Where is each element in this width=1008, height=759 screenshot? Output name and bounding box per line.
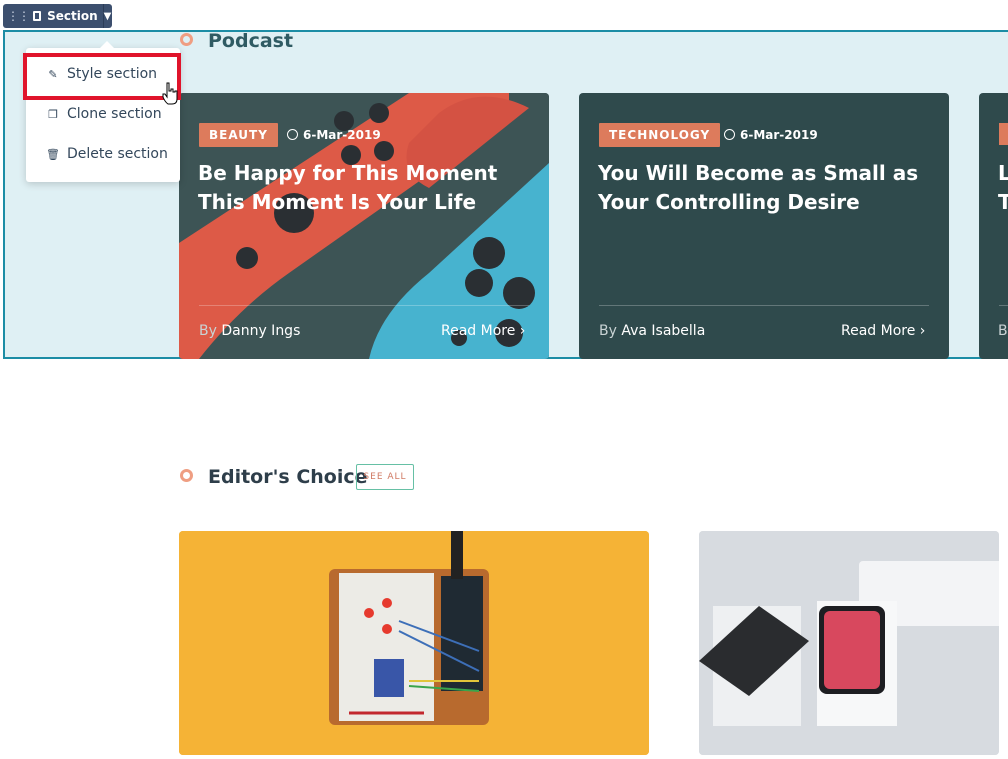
card-2-author[interactable]: By Ava Isabella <box>599 323 705 339</box>
editors-choice-ring-icon <box>180 469 193 482</box>
editors-choice-image-1[interactable] <box>179 531 649 755</box>
read-more-label: Read More <box>841 323 916 339</box>
card-3-title-line-1: L <box>998 161 1008 185</box>
card-1-read-more-link[interactable]: Read More › <box>441 323 525 339</box>
menu-item-clone-section[interactable]: ❐ Clone section <box>26 94 180 134</box>
breadboard-image <box>179 531 649 755</box>
card-2-read-more-link[interactable]: Read More › <box>841 323 925 339</box>
card-3-divider <box>999 305 1008 306</box>
podcast-heading-ring-icon <box>180 33 193 46</box>
section-layout-icon <box>33 11 42 21</box>
podcast-card-3-partial[interactable]: L T B <box>979 93 1008 359</box>
drag-handle-icon[interactable]: ⋮⋮ <box>7 9 30 23</box>
card-2-title[interactable]: You Will Become as Small as Your Control… <box>598 159 938 217</box>
card-1-title[interactable]: Be Happy for This Moment This Moment Is … <box>198 159 538 217</box>
menu-item-label: Delete section <box>67 146 168 162</box>
author-name: Ava Isabella <box>621 323 706 339</box>
trash-icon: 🗑 <box>46 147 60 161</box>
hand-cursor-icon <box>162 82 178 105</box>
menu-item-label: Clone section <box>67 106 162 122</box>
author-name: Danny Ings <box>221 323 301 339</box>
card-1-date-text: 6-Mar-2019 <box>303 128 381 142</box>
podcast-card-1[interactable]: BEAUTY 6-Mar-2019 Be Happy for This Mome… <box>179 93 549 359</box>
card-3-author-partial: B <box>998 323 1008 339</box>
card-2-title-line-1: You Will Become as Small as <box>598 161 919 185</box>
chevron-right-icon: › <box>519 323 526 339</box>
author-prefix: By <box>199 323 217 339</box>
editors-choice-image-2[interactable] <box>699 531 999 755</box>
card-1-title-line-2: This Moment Is Your Life <box>198 190 477 214</box>
card-1-title-line-1: Be Happy for This Moment <box>198 161 498 185</box>
card-2-title-line-2: Your Controlling Desire <box>598 190 860 214</box>
section-toolbar-label[interactable]: Section <box>47 9 98 23</box>
card-2-date-text: 6-Mar-2019 <box>740 128 818 142</box>
clock-icon <box>287 129 298 140</box>
card-3-title-partial: L T <box>998 159 1008 217</box>
card-2-divider <box>599 305 929 306</box>
card-1-date: 6-Mar-2019 <box>287 128 381 142</box>
caret-down-icon[interactable]: ▼ <box>103 4 112 28</box>
chevron-right-icon: › <box>919 323 926 339</box>
podcast-card-2[interactable]: TECHNOLOGY 6-Mar-2019 You Will Become as… <box>579 93 949 359</box>
read-more-label: Read More <box>441 323 516 339</box>
iphone-box-image <box>699 531 999 755</box>
podcast-title: Podcast <box>208 30 294 52</box>
card-3-badge-partial <box>999 123 1008 145</box>
style-section-highlight-annotation <box>23 53 181 100</box>
section-toolbar: ⋮⋮ Section ▼ <box>3 4 112 28</box>
clock-icon <box>724 129 735 140</box>
menu-item-delete-section[interactable]: 🗑 Delete section <box>26 134 180 174</box>
card-1-category-badge[interactable]: BEAUTY <box>199 123 278 147</box>
card-2-date: 6-Mar-2019 <box>724 128 818 142</box>
author-prefix: By <box>599 323 617 339</box>
card-3-title-line-2: T <box>998 190 1008 214</box>
copy-icon: ❐ <box>48 107 58 121</box>
card-1-author[interactable]: By Danny Ings <box>199 323 300 339</box>
see-all-button[interactable]: SEE ALL <box>356 464 414 490</box>
editors-choice-title: Editor's Choice <box>208 466 368 488</box>
card-1-divider <box>199 305 529 306</box>
card-2-category-badge[interactable]: TECHNOLOGY <box>599 123 721 147</box>
